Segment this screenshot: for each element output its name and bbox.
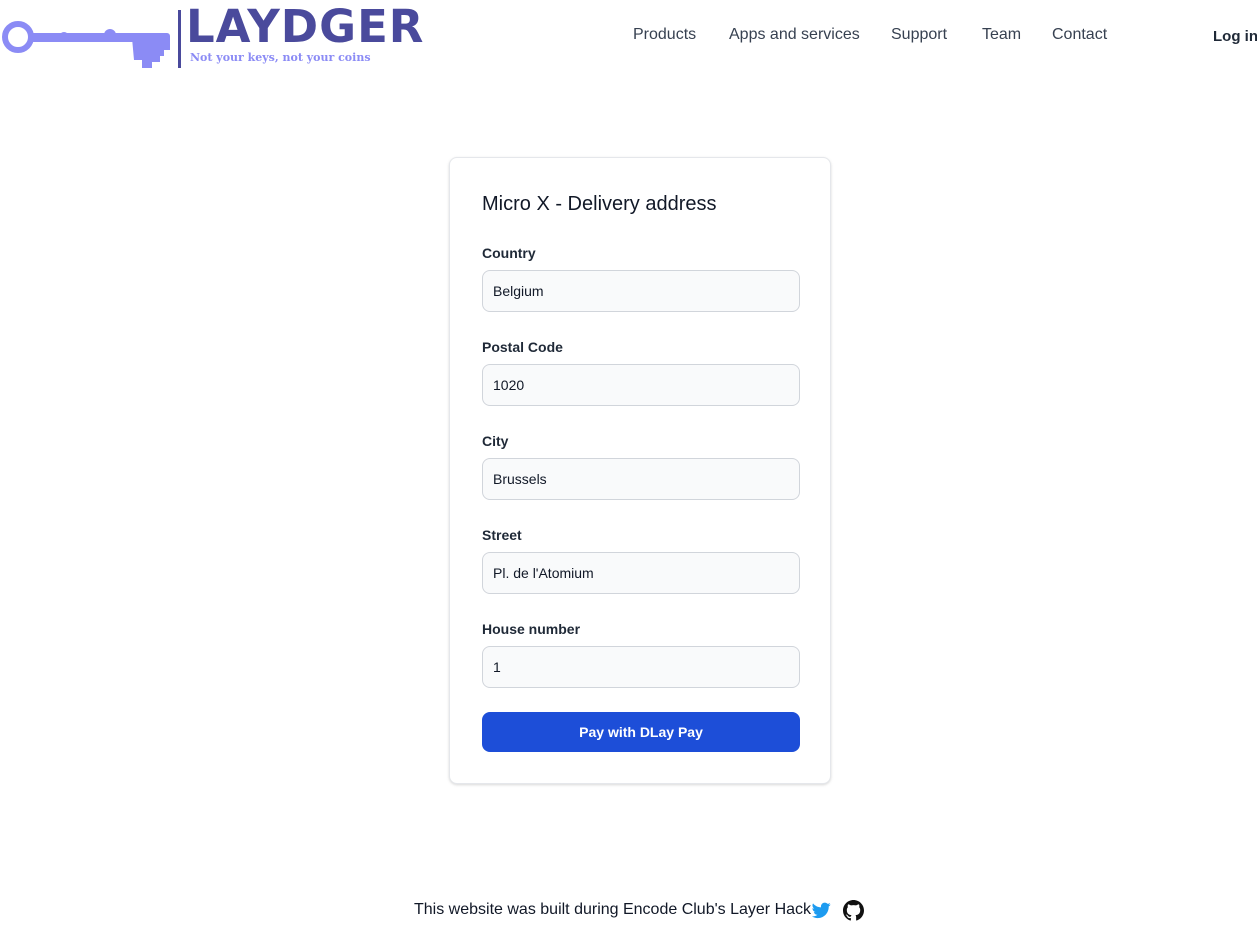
form-title: Micro X - Delivery address (482, 193, 717, 215)
city-input[interactable] (482, 458, 800, 500)
site-header: LAYDGER Not your keys, not your coins Pr… (0, 0, 1257, 72)
pay-with-dlay-pay-button[interactable]: Pay with DLay Pay (482, 712, 800, 752)
delivery-address-card: Micro X - Delivery address Country Posta… (449, 157, 831, 784)
house-number-label: House number (482, 621, 581, 637)
footer-text: This website was built during Encode Clu… (414, 901, 812, 918)
login-link[interactable]: Log in (1213, 28, 1257, 45)
street-label: Street (482, 527, 522, 543)
postal-code-label: Postal Code (482, 339, 563, 355)
house-number-input[interactable] (482, 646, 800, 688)
city-label: City (482, 433, 509, 449)
logo-divider (178, 10, 181, 68)
street-input[interactable] (482, 552, 800, 594)
country-input[interactable] (482, 270, 800, 312)
nav-item-contact[interactable]: Contact (1052, 26, 1107, 44)
twitter-icon[interactable] (812, 902, 831, 919)
key-icon (2, 21, 170, 68)
logo-tagline: Not your keys, not your coins (190, 51, 371, 64)
postal-code-input[interactable] (482, 364, 800, 406)
nav-item-support[interactable]: Support (891, 26, 947, 44)
logo[interactable]: LAYDGER Not your keys, not your coins (2, 0, 462, 68)
nav-item-products[interactable]: Products (633, 26, 696, 44)
site-footer: This website was built during Encode Clu… (0, 900, 1257, 922)
logo-wordmark: LAYDGER (186, 0, 425, 53)
country-label: Country (482, 245, 536, 261)
nav-item-team[interactable]: Team (982, 26, 1021, 44)
github-icon[interactable] (843, 900, 864, 921)
nav-item-apps-and-services[interactable]: Apps and services (729, 26, 860, 44)
